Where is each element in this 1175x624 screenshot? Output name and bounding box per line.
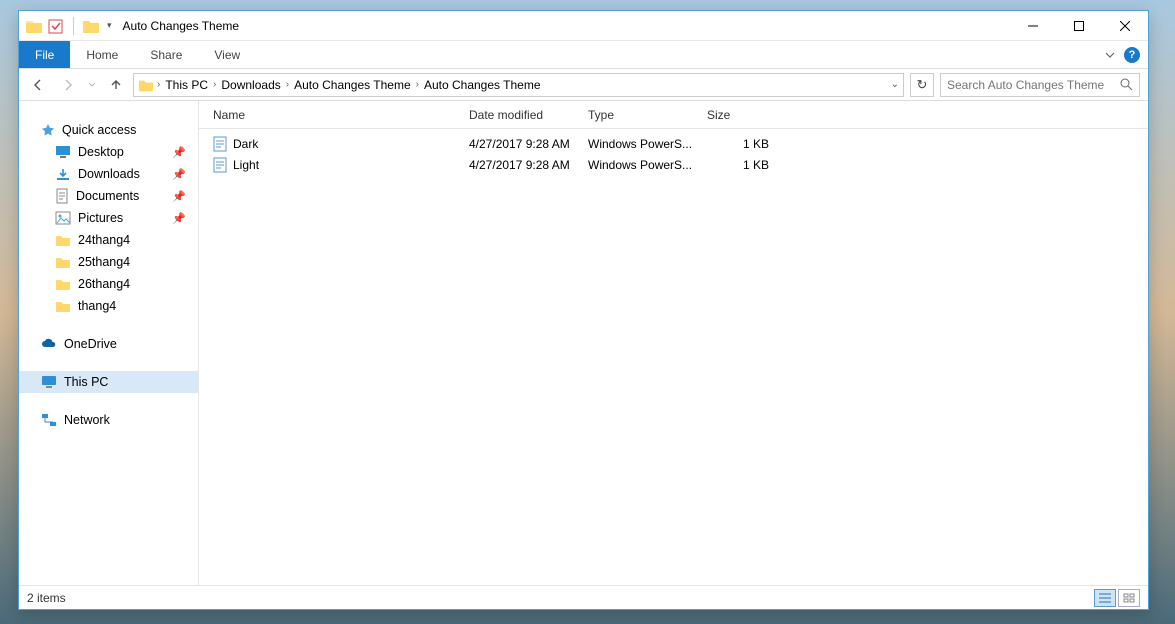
script-icon <box>213 157 227 173</box>
maximize-button[interactable] <box>1056 11 1102 41</box>
tab-file[interactable]: File <box>19 41 70 68</box>
chevron-right-icon[interactable]: › <box>283 79 292 90</box>
monitor-icon <box>41 375 57 389</box>
tree-onedrive[interactable]: OneDrive <box>19 333 198 355</box>
pictures-icon <box>55 211 71 225</box>
file-row[interactable]: Dark 4/27/2017 9:28 AMWindows PowerS...1 … <box>199 133 1148 154</box>
pin-icon: 📌 <box>172 190 186 203</box>
tree-item[interactable]: 24thang4 <box>19 229 198 251</box>
separator <box>73 17 74 35</box>
tab-view[interactable]: View <box>198 41 256 68</box>
ribbon-expand-icon[interactable] <box>1104 49 1116 61</box>
file-type: Windows PowerS... <box>588 137 707 151</box>
script-icon <box>213 136 227 152</box>
help-icon[interactable]: ? <box>1124 47 1140 63</box>
tab-home[interactable]: Home <box>70 41 134 68</box>
content-area: Quick access Desktop📌Downloads📌Documents… <box>19 101 1148 585</box>
cloud-icon <box>41 338 57 350</box>
breadcrumb-item[interactable]: This PC <box>163 78 210 92</box>
folder-icon <box>55 233 71 247</box>
tree-item[interactable]: 26thang4 <box>19 273 198 295</box>
forward-button[interactable] <box>57 74 79 96</box>
file-date: 4/27/2017 9:28 AM <box>469 137 588 151</box>
tree-item-label: 24thang4 <box>78 233 130 247</box>
tree-item-label: thang4 <box>78 299 116 313</box>
large-icons-view-toggle[interactable] <box>1118 589 1140 607</box>
folder-icon <box>55 277 71 291</box>
tree-item[interactable]: thang4 <box>19 295 198 317</box>
pin-icon: 📌 <box>172 168 186 181</box>
folder-icon <box>55 255 71 269</box>
search-icon[interactable] <box>1120 78 1133 91</box>
up-button[interactable] <box>105 74 127 96</box>
network-icon <box>41 413 57 427</box>
chevron-right-icon[interactable]: › <box>154 79 163 90</box>
recent-dropdown-icon[interactable] <box>87 74 97 96</box>
file-type: Windows PowerS... <box>588 158 707 172</box>
tree-item-label: Downloads <box>78 167 140 181</box>
star-icon <box>41 123 55 137</box>
folder-icon <box>47 18 65 34</box>
folder-icon <box>25 18 43 34</box>
tree-item-label: 26thang4 <box>78 277 130 291</box>
search-box[interactable] <box>940 73 1140 97</box>
tree-network[interactable]: Network <box>19 409 198 431</box>
close-button[interactable] <box>1102 11 1148 41</box>
desktop-icon <box>55 145 71 159</box>
tree-item[interactable]: Downloads 📌 <box>19 163 198 185</box>
column-type[interactable]: Type <box>588 108 707 122</box>
folder-icon <box>55 299 71 313</box>
quick-access-toolbar: ▾ <box>25 17 115 35</box>
explorer-window: ▾ Auto Changes Theme File Home Share Vie… <box>18 10 1149 610</box>
file-pane[interactable]: Name Date modified Type Size Dark 4/27/20… <box>199 101 1148 585</box>
ribbon-tabs: File Home Share View ? <box>19 41 1148 69</box>
tree-item[interactable]: Documents 📌 <box>19 185 198 207</box>
tab-share[interactable]: Share <box>134 41 198 68</box>
column-name[interactable]: Name <box>213 108 469 122</box>
status-count: 2 items <box>27 591 66 605</box>
tree-quick-access[interactable]: Quick access <box>19 119 198 141</box>
status-bar: 2 items <box>19 585 1148 609</box>
breadcrumb-item[interactable]: Downloads <box>219 78 282 92</box>
tree-item[interactable]: Pictures 📌 <box>19 207 198 229</box>
file-row[interactable]: Light 4/27/2017 9:28 AMWindows PowerS...1… <box>199 154 1148 175</box>
refresh-button[interactable]: ↻ <box>910 73 934 97</box>
details-view-toggle[interactable] <box>1094 589 1116 607</box>
column-date[interactable]: Date modified <box>469 108 588 122</box>
file-name: Dark <box>233 137 258 151</box>
breadcrumb-item[interactable]: Auto Changes Theme <box>292 78 413 92</box>
column-size[interactable]: Size <box>707 108 787 122</box>
downloads-icon <box>55 167 71 181</box>
pin-icon: 📌 <box>172 212 186 225</box>
tree-item-label: Pictures <box>78 211 123 225</box>
navigation-pane[interactable]: Quick access Desktop📌Downloads📌Documents… <box>19 101 199 585</box>
file-name: Light <box>233 158 259 172</box>
folder-icon <box>138 78 154 92</box>
qat-dropdown-icon[interactable]: ▾ <box>104 20 115 31</box>
back-button[interactable] <box>27 74 49 96</box>
breadcrumb-item[interactable]: Auto Changes Theme <box>422 78 543 92</box>
address-dropdown-icon[interactable]: ⌄ <box>891 79 899 90</box>
chevron-right-icon[interactable]: › <box>413 79 422 90</box>
chevron-right-icon[interactable]: › <box>210 79 219 90</box>
file-size: 1 KB <box>707 158 787 172</box>
address-bar[interactable]: › This PC › Downloads › Auto Changes The… <box>133 73 904 97</box>
tree-item-label: 25thang4 <box>78 255 130 269</box>
file-size: 1 KB <box>707 137 787 151</box>
pin-icon: 📌 <box>172 146 186 159</box>
minimize-button[interactable] <box>1010 11 1056 41</box>
tree-item[interactable]: 25thang4 <box>19 251 198 273</box>
file-date: 4/27/2017 9:28 AM <box>469 158 588 172</box>
tree-item-label: Documents <box>76 189 139 203</box>
search-input[interactable] <box>947 78 1107 92</box>
folder-icon <box>82 18 100 34</box>
documents-icon <box>55 188 69 204</box>
address-row: › This PC › Downloads › Auto Changes The… <box>19 69 1148 101</box>
tree-item-label: Desktop <box>78 145 124 159</box>
columns-header[interactable]: Name Date modified Type Size <box>199 101 1148 129</box>
titlebar[interactable]: ▾ Auto Changes Theme <box>19 11 1148 41</box>
tree-this-pc[interactable]: This PC <box>19 371 198 393</box>
window-title: Auto Changes Theme <box>123 19 240 33</box>
tree-item[interactable]: Desktop 📌 <box>19 141 198 163</box>
